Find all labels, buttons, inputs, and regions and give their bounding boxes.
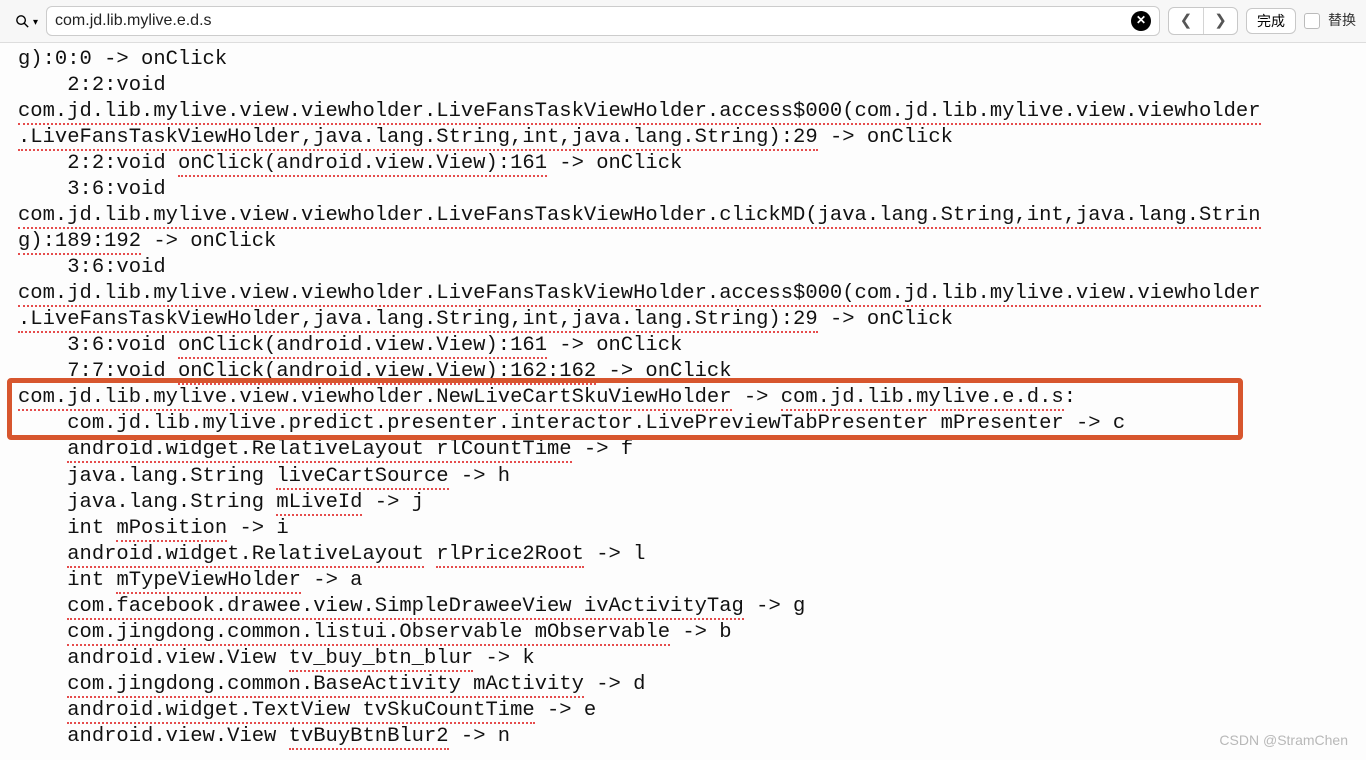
code-line: g):0:0 -> onClick bbox=[18, 47, 1364, 73]
code-line: 3:6:void bbox=[18, 177, 1364, 203]
code-line: android.view.View tvBuyBtnBlur2 -> n bbox=[18, 724, 1364, 750]
code-line: com.jd.lib.mylive.view.viewholder.NewLiv… bbox=[18, 385, 1364, 411]
prev-next-group: ❮ ❯ bbox=[1168, 7, 1238, 35]
clear-search-icon[interactable]: ✕ bbox=[1131, 11, 1151, 31]
code-line: .LiveFansTaskViewHolder,java.lang.String… bbox=[18, 125, 1364, 151]
code-line: android.widget.RelativeLayout rlPrice2Ro… bbox=[18, 542, 1364, 568]
find-bar: ▾ ✕ ❮ ❯ 完成 替换 bbox=[0, 0, 1366, 43]
search-field-wrap: ✕ bbox=[46, 6, 1160, 36]
code-line: com.facebook.drawee.view.SimpleDraweeVie… bbox=[18, 594, 1364, 620]
replace-label: 替换 bbox=[1328, 12, 1356, 30]
code-line: com.jd.lib.mylive.view.viewholder.LiveFa… bbox=[18, 203, 1364, 229]
prev-match-button[interactable]: ❮ bbox=[1169, 8, 1203, 34]
code-line: android.widget.RelativeLayout rlCountTim… bbox=[18, 437, 1364, 463]
code-line: com.jingdong.common.listui.Observable mO… bbox=[18, 620, 1364, 646]
chevron-down-icon[interactable]: ▾ bbox=[33, 17, 38, 30]
code-line: com.jd.lib.mylive.predict.presenter.inte… bbox=[18, 411, 1364, 437]
replace-checkbox[interactable] bbox=[1304, 13, 1320, 29]
code-line: java.lang.String liveCartSource -> h bbox=[18, 464, 1364, 490]
watermark: CSDN @StramChen bbox=[1219, 732, 1348, 750]
code-line: com.jd.lib.mylive.view.viewholder.LiveFa… bbox=[18, 99, 1364, 125]
next-match-button[interactable]: ❯ bbox=[1203, 8, 1237, 34]
code-line: com.jingdong.common.BaseActivity mActivi… bbox=[18, 672, 1364, 698]
search-icon[interactable]: ▾ bbox=[14, 13, 38, 30]
code-line: g):189:192 -> onClick bbox=[18, 229, 1364, 255]
code-line: java.lang.String mLiveId -> j bbox=[18, 490, 1364, 516]
code-view[interactable]: g):0:0 -> onClick 2:2:voidcom.jd.lib.myl… bbox=[0, 43, 1366, 760]
code-line: android.view.View tv_buy_btn_blur -> k bbox=[18, 646, 1364, 672]
code-line: 7:7:void onClick(android.view.View):162:… bbox=[18, 359, 1364, 385]
code-line: 2:2:void onClick(android.view.View):161 … bbox=[18, 151, 1364, 177]
code-line: .LiveFansTaskViewHolder,java.lang.String… bbox=[18, 307, 1364, 333]
code-line: com.jd.lib.mylive.view.viewholder.LiveFa… bbox=[18, 281, 1364, 307]
code-line: 3:6:void bbox=[18, 255, 1364, 281]
code-line: 2:2:void bbox=[18, 73, 1364, 99]
code-line: int mTypeViewHolder -> a bbox=[18, 568, 1364, 594]
code-line: 3:6:void onClick(android.view.View):161 … bbox=[18, 333, 1364, 359]
search-input[interactable] bbox=[55, 12, 1131, 30]
done-button[interactable]: 完成 bbox=[1246, 8, 1296, 34]
code-line: android.widget.TextView tvSkuCountTime -… bbox=[18, 698, 1364, 724]
code-line: int mPosition -> i bbox=[18, 516, 1364, 542]
